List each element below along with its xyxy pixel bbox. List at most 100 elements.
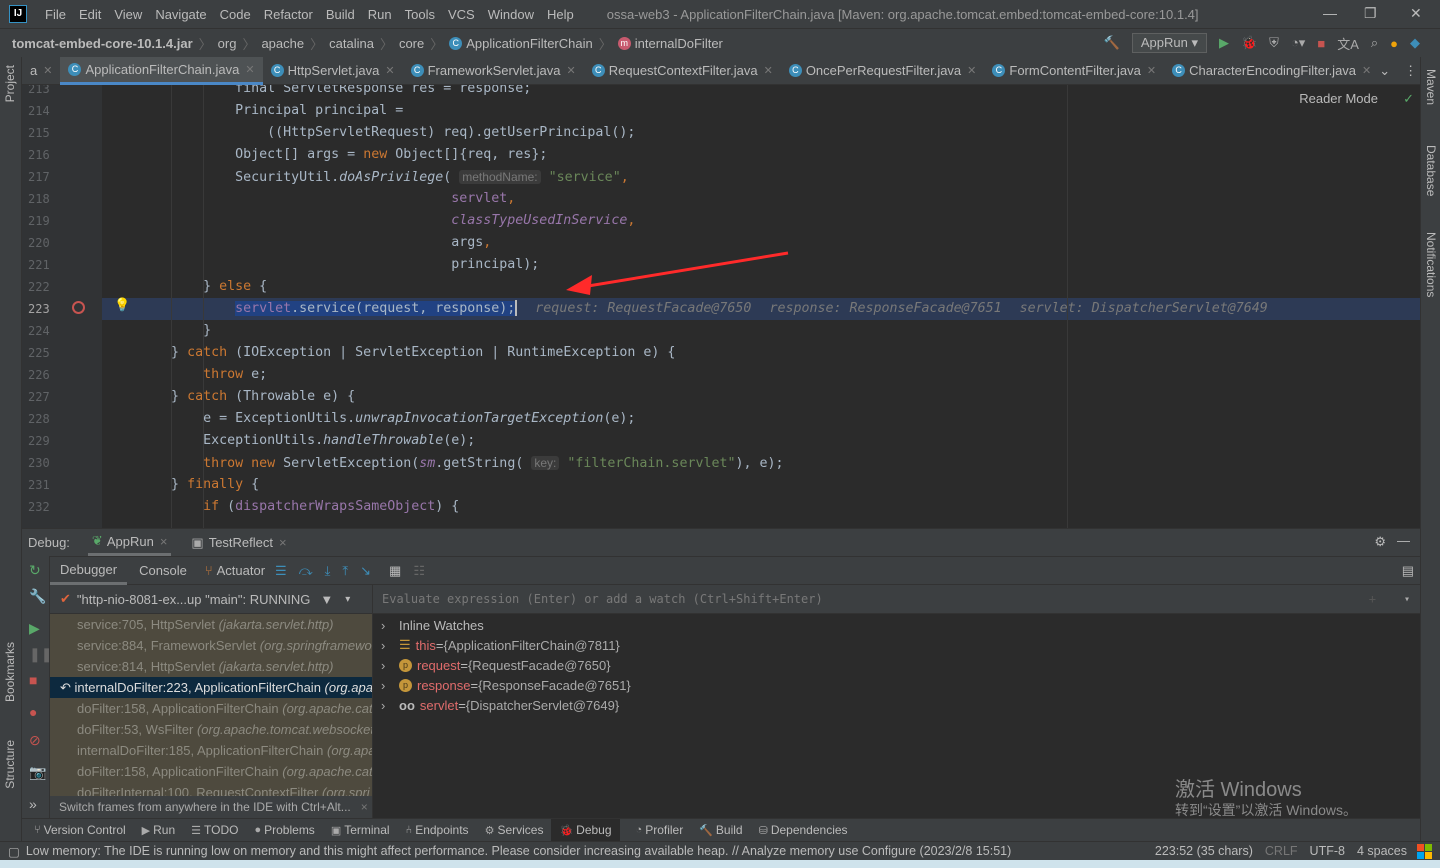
code-line[interactable]: Object[] args = new Object[]{req, res}; bbox=[107, 144, 547, 166]
stack-frame[interactable]: service:884, FrameworkServlet (org.sprin… bbox=[50, 635, 372, 656]
toolwindow-version-control[interactable]: ⑂ Version Control bbox=[34, 819, 126, 842]
dropdown-icon[interactable]: ▾ bbox=[1404, 594, 1410, 605]
menu-edit[interactable]: Edit bbox=[79, 7, 101, 22]
gutter[interactable]: 213 214 215 216 217 218 219 220 221 222 223 224 225 2… bbox=[22, 85, 102, 528]
rerun-icon[interactable]: ↻ bbox=[29, 562, 41, 579]
stack-frame[interactable]: doFilterInternal:100, RequestContextFilt… bbox=[50, 782, 372, 796]
tab-actuator[interactable]: ⑂ Actuator bbox=[199, 563, 271, 578]
variable-row[interactable]: › Inline Watches bbox=[373, 615, 1420, 635]
breadcrumb-item[interactable]: catalina bbox=[329, 36, 374, 51]
close-icon[interactable]: ✕ bbox=[43, 64, 52, 77]
code-line[interactable]: if (dispatcherWrapsSameObject) { bbox=[107, 496, 459, 518]
close-button[interactable]: ✕ bbox=[1410, 5, 1422, 22]
code-line[interactable]: throw new ServletException(sm.getString(… bbox=[107, 452, 784, 474]
menu-view[interactable]: View bbox=[114, 7, 142, 22]
toolwindow-endpoints[interactable]: ⑃ Endpoints bbox=[406, 819, 469, 842]
close-icon[interactable]: ✕ bbox=[1362, 64, 1371, 77]
menu-vcs[interactable]: VCS bbox=[448, 7, 475, 22]
code-line[interactable]: } catch (Throwable e) { bbox=[107, 386, 355, 408]
stack-frame[interactable]: internalDoFilter:185, ApplicationFilterC… bbox=[50, 740, 372, 761]
pause-icon[interactable]: ❚❚ bbox=[29, 646, 52, 663]
breakpoint-icon[interactable] bbox=[72, 301, 85, 314]
expand-arrow-icon[interactable]: › bbox=[381, 678, 399, 693]
menu-help[interactable]: Help bbox=[547, 7, 574, 22]
toolwindow-terminal[interactable]: ▣ Terminal bbox=[331, 819, 390, 842]
step-over-icon[interactable]: ⤼ bbox=[299, 563, 313, 579]
tabs-dropdown-icon[interactable]: ⌄ bbox=[1379, 63, 1390, 79]
close-icon[interactable]: × bbox=[361, 800, 368, 814]
notifications-tool-button[interactable]: Notifications bbox=[1424, 232, 1438, 297]
status-message[interactable]: Low memory: The IDE is running low on me… bbox=[26, 844, 1011, 858]
toolwindow-dependencies[interactable]: ⛁ Dependencies bbox=[759, 819, 848, 842]
reader-mode-button[interactable]: Reader Mode bbox=[1299, 91, 1378, 106]
tab-debugger[interactable]: Debugger bbox=[50, 557, 128, 585]
menu-build[interactable]: Build bbox=[326, 7, 355, 22]
update-icon[interactable]: ● bbox=[1390, 36, 1398, 51]
toolwindow-services[interactable]: ⚙ Services bbox=[485, 819, 544, 842]
breadcrumb-item[interactable]: core bbox=[399, 36, 424, 51]
editor-tab[interactable]: C FrameworkServlet.java ✕ bbox=[403, 57, 584, 85]
code-line[interactable]: ExceptionUtils.handleThrowable(e); bbox=[107, 430, 475, 452]
evaluate-expression-input[interactable]: Evaluate expression (Enter) or add a wat… bbox=[373, 585, 1420, 614]
menu-file[interactable]: File bbox=[45, 7, 66, 22]
close-icon[interactable]: × bbox=[279, 535, 287, 550]
step-out-icon[interactable]: ⤒ bbox=[342, 563, 348, 579]
menu-window[interactable]: Window bbox=[488, 7, 534, 22]
thread-selector[interactable]: ✔ "http-nio-8081-ex...up "main": RUNNING… bbox=[50, 585, 372, 614]
inspection-ok-icon[interactable]: ✓ bbox=[1403, 91, 1414, 107]
menu-code[interactable]: Code bbox=[220, 7, 251, 22]
close-icon[interactable]: ✕ bbox=[245, 63, 254, 76]
breadcrumb-item[interactable]: tomcat-embed-core-10.1.4.jar bbox=[12, 36, 193, 51]
stack-frame[interactable]: doFilter:53, WsFilter (org.apache.tomcat… bbox=[50, 719, 372, 740]
indent-setting[interactable]: 4 spaces bbox=[1357, 844, 1407, 858]
variable-row[interactable]: › ☰ this = {ApplicationFilterChain@7811} bbox=[373, 635, 1420, 655]
stack-frame[interactable]: doFilter:158, ApplicationFilterChain (or… bbox=[50, 761, 372, 782]
close-icon[interactable]: × bbox=[160, 534, 168, 549]
code-line[interactable]: Principal principal = bbox=[107, 100, 403, 122]
code-line[interactable]: SecurityUtil.doAsPrivilege( methodName: … bbox=[107, 166, 629, 188]
editor-tab[interactable]: C OncePerRequestFilter.java ✕ bbox=[781, 57, 985, 85]
code-line[interactable]: } finally { bbox=[107, 474, 259, 496]
frames-menu-icon[interactable]: ☰ bbox=[275, 563, 287, 579]
add-watch-icon[interactable]: + bbox=[1369, 592, 1376, 606]
stop-icon[interactable]: ■ bbox=[29, 672, 37, 688]
session-tab-apprun[interactable]: ❦ AppRun × bbox=[87, 529, 172, 556]
code-line[interactable]: e = ExceptionUtils.unwrapInvocationTarge… bbox=[107, 408, 635, 430]
tab-console[interactable]: Console bbox=[127, 563, 199, 578]
stack-frame[interactable]: service:705, HttpServlet (jakarta.servle… bbox=[50, 614, 372, 635]
search-icon[interactable]: ⌕ bbox=[1371, 35, 1378, 51]
maven-tool-button[interactable]: Maven bbox=[1424, 69, 1438, 105]
stop-icon[interactable]: ■ bbox=[1317, 36, 1325, 51]
code-line[interactable]: ((HttpServletRequest) req).getUserPrinci… bbox=[107, 122, 635, 144]
expand-arrow-icon[interactable]: › bbox=[381, 618, 399, 633]
breadcrumb-item[interactable]: internalDoFilter bbox=[635, 36, 723, 51]
mute-breakpoints-icon[interactable]: ⊘ bbox=[29, 732, 41, 749]
stack-frame[interactable]: service:814, HttpServlet (jakarta.servle… bbox=[50, 656, 372, 677]
debug-icon[interactable]: 🐞 bbox=[1241, 35, 1257, 51]
code-line[interactable]: args, bbox=[107, 232, 491, 254]
more-icon[interactable]: » bbox=[29, 796, 37, 812]
breadcrumb-item[interactable]: apache bbox=[261, 36, 304, 51]
evaluate-icon[interactable]: ▦ bbox=[389, 563, 401, 579]
toolbox-icon[interactable]: ◆ bbox=[1410, 35, 1420, 51]
code-line[interactable]: classTypeUsedInService, bbox=[107, 210, 635, 232]
step-into-icon[interactable]: ⤓ bbox=[325, 563, 331, 579]
stack-frame[interactable]: ↶ internalDoFilter:223, ApplicationFilte… bbox=[50, 677, 372, 698]
close-icon[interactable]: ✕ bbox=[764, 64, 773, 77]
toolwindow-todo[interactable]: ☰ TODO bbox=[191, 819, 238, 842]
session-tab-testreflect[interactable]: ▣ TestReflect × bbox=[191, 535, 286, 551]
code-line[interactable]: principal); bbox=[107, 254, 539, 276]
expand-arrow-icon[interactable]: › bbox=[381, 658, 399, 673]
code-line[interactable]: throw e; bbox=[107, 364, 267, 386]
restore-button[interactable]: ❐ bbox=[1364, 5, 1377, 22]
editor-tab[interactable]: C FormContentFilter.java ✕ bbox=[984, 57, 1164, 85]
structure-tool-button[interactable]: Structure bbox=[3, 740, 17, 789]
code-line[interactable]: } catch (IOException | ServletException … bbox=[107, 342, 675, 364]
run-config-select[interactable]: AppRun ▾ bbox=[1131, 33, 1207, 53]
menu-refactor[interactable]: Refactor bbox=[264, 7, 313, 22]
expand-arrow-icon[interactable]: › bbox=[381, 638, 399, 653]
code-line[interactable]: final ServletResponse res = response; bbox=[107, 85, 531, 100]
toolwindow-build[interactable]: 🔨 Build bbox=[699, 819, 742, 842]
menu-run[interactable]: Run bbox=[368, 7, 392, 22]
translate-icon[interactable]: 文A bbox=[1337, 34, 1359, 53]
